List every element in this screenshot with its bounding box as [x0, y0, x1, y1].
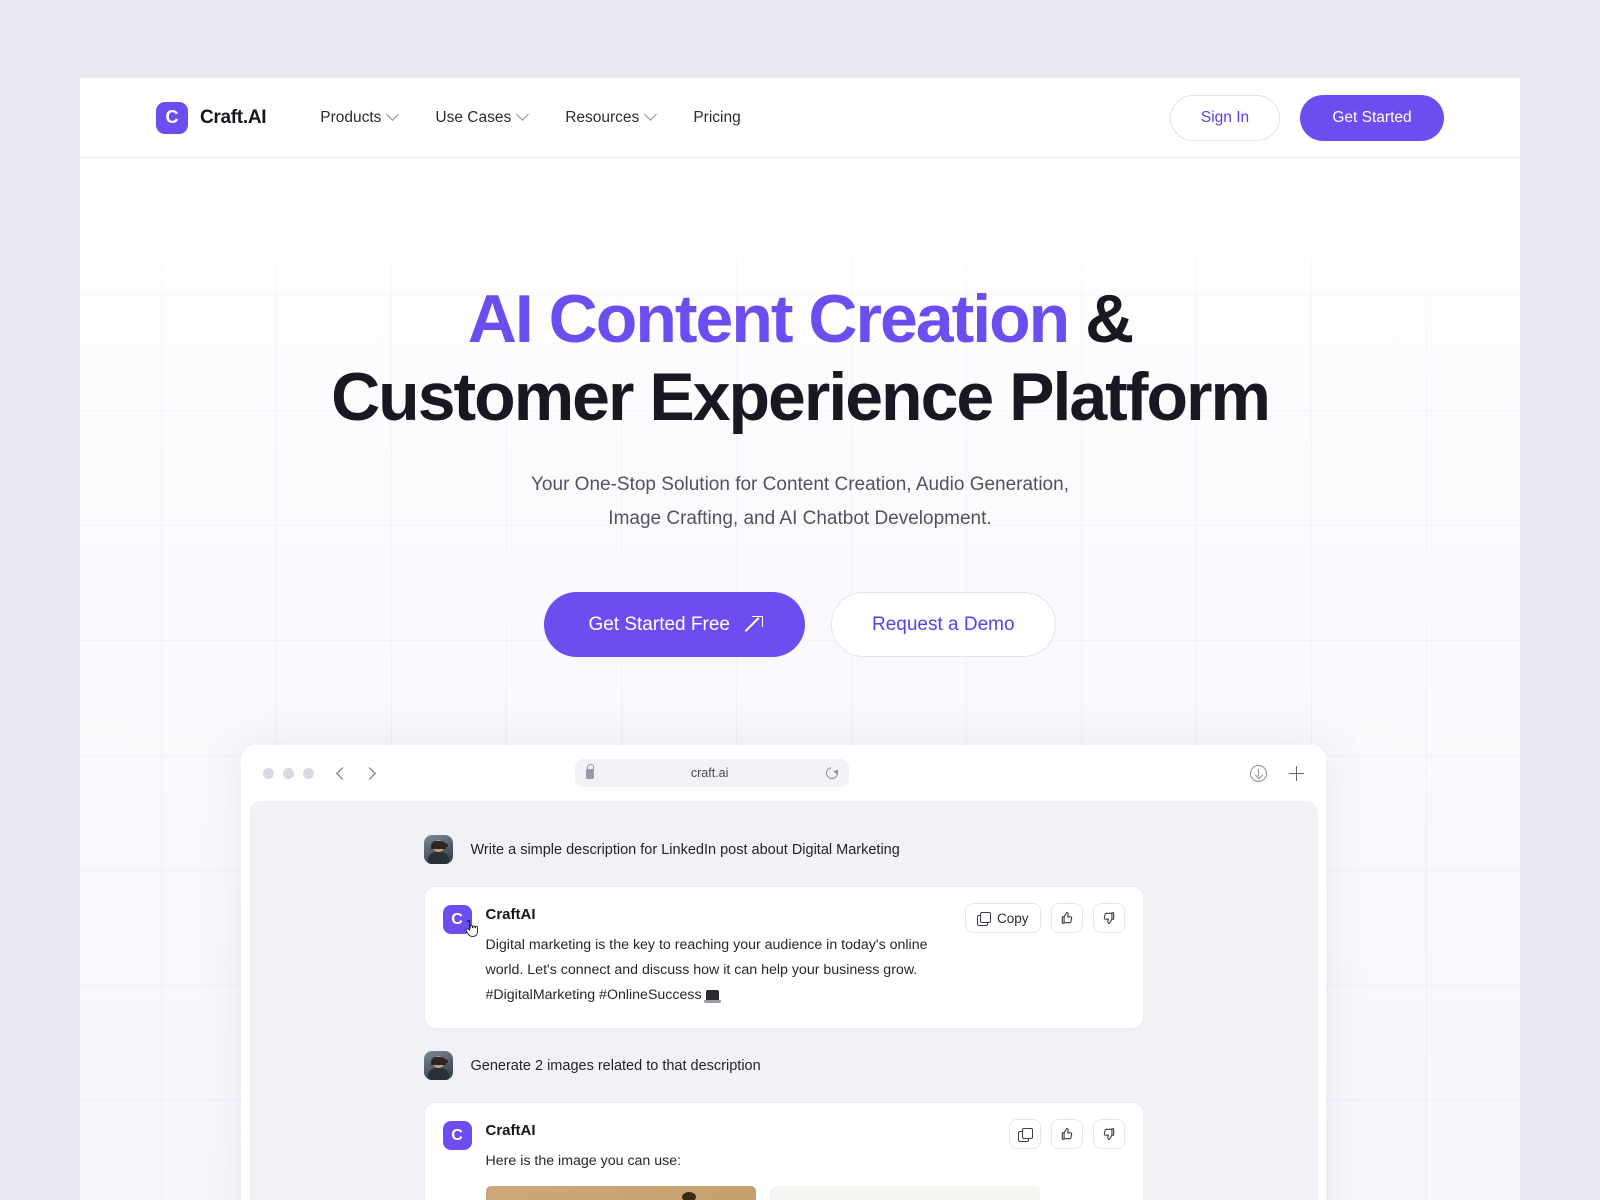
- request-demo-button[interactable]: Request a Demo: [830, 592, 1056, 657]
- copy-button[interactable]: Copy: [964, 903, 1041, 933]
- chevron-down-icon: [386, 108, 400, 121]
- assistant-message-text: Digital marketing is the key to reaching…: [486, 933, 1046, 1008]
- forward-arrow-icon[interactable]: [363, 766, 376, 780]
- thumbs-up-icon: [1061, 912, 1072, 924]
- hero-subtitle: Your One-Stop Solution for Content Creat…: [80, 468, 1520, 536]
- lock-icon: [585, 764, 595, 779]
- window-controls[interactable]: [263, 767, 314, 779]
- maximize-window-dot[interactable]: [303, 767, 314, 779]
- user-message-text: Write a simple description for LinkedIn …: [470, 841, 900, 858]
- nav-item-pricing[interactable]: Pricing: [693, 109, 740, 127]
- subtitle-line-1: Your One-Stop Solution for Content Creat…: [531, 474, 1069, 495]
- headline-accent: AI Content Creation: [467, 281, 1070, 357]
- chat-message-assistant: C CraftAI Here is the image you can use:: [423, 1102, 1144, 1200]
- browser-right-actions: [1249, 764, 1304, 782]
- assistant-text-line-3: #DigitalMarketing #OnlineSuccess: [486, 983, 1046, 1008]
- cta-primary-label: Get Started Free: [588, 613, 730, 635]
- nav-label: Resources: [565, 108, 640, 126]
- minimize-window-dot[interactable]: [283, 767, 294, 779]
- nav-item-products[interactable]: Products: [320, 108, 400, 127]
- thumbs-down-button[interactable]: [1092, 1119, 1125, 1149]
- close-window-dot[interactable]: [263, 767, 274, 779]
- reload-icon[interactable]: [823, 764, 841, 782]
- chevron-down-icon: [644, 108, 658, 121]
- back-arrow-icon[interactable]: [336, 766, 349, 780]
- chat-message-user: Generate 2 images related to that descri…: [423, 1051, 1144, 1080]
- thumbs-down-icon: [1103, 912, 1114, 924]
- chat-message-user: Write a simple description for LinkedIn …: [423, 835, 1144, 864]
- thumbs-down-icon: [1103, 1128, 1114, 1140]
- user-message-text: Generate 2 images related to that descri…: [470, 1057, 761, 1074]
- browser-nav-arrows: [336, 766, 376, 780]
- copy-icon: [1018, 1127, 1033, 1142]
- sign-in-button[interactable]: Sign In: [1170, 94, 1280, 141]
- headline-line2: Customer Experience Platform: [331, 359, 1271, 435]
- browser-mockup: craft.ai Write a simple description for …: [241, 745, 1326, 1200]
- nav-item-resources[interactable]: Resources: [565, 108, 658, 127]
- generated-images: [485, 1186, 1123, 1200]
- nav-label: Pricing: [693, 108, 741, 126]
- get-started-button[interactable]: Get Started: [1300, 94, 1444, 141]
- thumbs-down-button[interactable]: [1092, 903, 1125, 933]
- message-actions: [1008, 1119, 1125, 1149]
- brand-name-suffix: .AI: [242, 106, 267, 128]
- brand-mark-letter: C: [165, 107, 179, 127]
- plus-icon[interactable]: [1288, 765, 1304, 781]
- brand-mark-icon: C: [156, 101, 188, 134]
- browser-toolbar: craft.ai: [241, 745, 1326, 801]
- nav-label: Use Cases: [435, 108, 512, 126]
- generated-image-desk[interactable]: [485, 1186, 756, 1200]
- thumbs-up-icon: [1061, 1128, 1072, 1140]
- header-actions: Sign In Get Started: [1170, 94, 1444, 141]
- hero-section: AI Content Creation & Customer Experienc…: [80, 158, 1520, 1200]
- craftai-avatar-icon: C: [442, 1121, 472, 1150]
- assistant-message-text: Here is the image you can use:: [485, 1153, 682, 1169]
- browser-viewport: Write a simple description for LinkedIn …: [249, 801, 1318, 1200]
- chat-message-assistant: C CraftAI Digital marketing is the key t…: [423, 886, 1144, 1029]
- chat-thread: Write a simple description for LinkedIn …: [423, 835, 1144, 1200]
- download-icon[interactable]: [1249, 764, 1267, 782]
- page-card: C Craft.AI Products Use Cases Resources …: [80, 78, 1520, 1200]
- main-nav: Products Use Cases Resources Pricing: [320, 108, 741, 127]
- thumbs-up-button[interactable]: [1050, 1119, 1083, 1149]
- nav-label: Products: [320, 108, 382, 126]
- cta-row: Get Started Free Request a Demo: [80, 592, 1520, 657]
- site-header: C Craft.AI Products Use Cases Resources …: [80, 78, 1520, 158]
- assistant-hashtags: #DigitalMarketing #OnlineSuccess: [485, 987, 702, 1003]
- brand-name-main: Craft: [200, 106, 243, 128]
- url-text: craft.ai: [690, 766, 729, 780]
- get-started-free-button[interactable]: Get Started Free: [544, 592, 805, 657]
- copy-icon: [976, 911, 992, 926]
- assistant-text-line-1: Digital marketing is the key to reaching…: [485, 937, 928, 953]
- laptop-emoji-icon: [703, 990, 721, 1003]
- subtitle-line-2: Image Crafting, and AI Chatbot Developme…: [608, 508, 992, 529]
- avatar: [423, 1051, 453, 1080]
- brand-logo[interactable]: C Craft.AI: [156, 101, 267, 134]
- copy-button[interactable]: [1008, 1119, 1041, 1149]
- brand-name: Craft.AI: [200, 106, 267, 129]
- assistant-text-line-2: world. Let's connect and discuss how it …: [485, 962, 918, 978]
- arrow-up-right-icon: [746, 616, 763, 632]
- address-bar[interactable]: craft.ai: [574, 759, 849, 787]
- copy-label: Copy: [996, 910, 1029, 926]
- page-title: AI Content Creation & Customer Experienc…: [80, 280, 1520, 436]
- generated-image-team[interactable]: [769, 1186, 1040, 1200]
- avatar: [423, 835, 453, 864]
- wood-knot: [681, 1192, 696, 1200]
- chevron-down-icon: [516, 108, 530, 121]
- craftai-avatar-icon: C: [442, 905, 472, 934]
- nav-item-use-cases[interactable]: Use Cases: [435, 108, 530, 127]
- message-actions: Copy: [964, 903, 1125, 933]
- thumbs-up-button[interactable]: [1050, 903, 1083, 933]
- hero-content: AI Content Creation & Customer Experienc…: [80, 158, 1520, 657]
- headline-rest: &: [1068, 281, 1134, 357]
